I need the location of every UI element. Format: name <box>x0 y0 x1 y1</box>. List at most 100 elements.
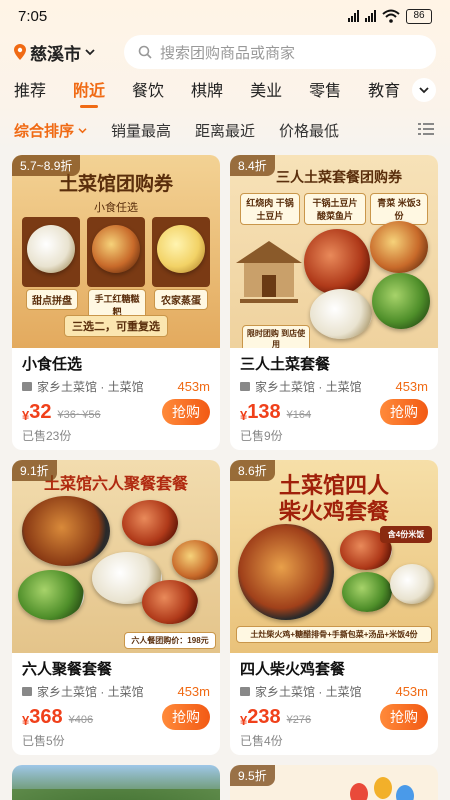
shop-info: 家乡土菜馆 · 土菜馆 <box>240 378 362 395</box>
discount-badge: 8.6折 <box>230 460 275 481</box>
buy-button[interactable]: 抢购 <box>380 399 428 425</box>
dessert-plate <box>27 225 75 273</box>
deal-card[interactable]: 8.4折 三人土菜套餐团购券 红烧肉 干锅土豆片 干锅土豆片 酸菜鱼片 青菜 米… <box>230 155 438 450</box>
shop-name: 家乡土菜馆 · 土菜馆 <box>37 685 144 699</box>
deal-price: 368 <box>29 705 63 728</box>
buy-button[interactable]: 抢购 <box>380 704 428 730</box>
search-input[interactable]: 搜索团购商品或商家 <box>124 35 436 69</box>
image-label: 甜点拼盘 <box>26 289 78 310</box>
restaurant-illustration-icon <box>236 241 302 303</box>
search-icon <box>138 45 152 59</box>
original-price: ¥406 <box>68 714 94 726</box>
tab-nearby[interactable]: 附近 <box>73 80 105 104</box>
pork-plate <box>122 500 178 546</box>
shop-name: 家乡土菜馆 · 土菜馆 <box>255 685 362 699</box>
location-pin-icon <box>14 44 26 60</box>
deal-title: 三人土菜套餐 <box>240 356 331 373</box>
deal-title: 六人聚餐套餐 <box>22 661 113 678</box>
distance: 453m <box>177 379 210 394</box>
deal-card[interactable]: 5.7~8.9折 土菜馆团购券 小食任选 甜点拼盘 手工红糖糍粑 农家蒸蛋 三选… <box>12 155 220 450</box>
discount-badge: 8.4折 <box>230 155 275 176</box>
battery-icon: 86 <box>406 8 432 24</box>
city-selector[interactable]: 慈溪市 <box>14 40 124 65</box>
cabbage-plate <box>342 572 392 612</box>
store-icon <box>22 382 32 391</box>
sort-comprehensive-label: 综合排序 <box>14 122 75 140</box>
balloon-icon <box>350 783 368 800</box>
shop-row: 家乡土菜馆 · 土菜馆 453m <box>22 378 210 395</box>
sold-count: 已售5份 <box>22 734 65 748</box>
sort-bar: 综合排序 销量最高 距离最近 价格最低 <box>0 118 450 142</box>
sort-price[interactable]: 价格最低 <box>279 120 339 141</box>
store-icon <box>22 687 32 696</box>
discount-badge: 5.7~8.9折 <box>12 155 81 176</box>
buy-button[interactable]: 抢购 <box>162 704 210 730</box>
image-subtitle: 小食任选 <box>94 202 138 214</box>
signal-icon <box>348 10 359 22</box>
chevron-down-icon <box>78 127 87 133</box>
shop-row: 家乡土菜馆 · 土菜馆 453m <box>240 683 428 700</box>
deal-card[interactable] <box>12 765 220 800</box>
price-row: ¥ 368 ¥406 抢购 <box>22 704 210 730</box>
balloon-icon <box>396 785 414 800</box>
sort-sales[interactable]: 销量最高 <box>111 120 171 141</box>
sold-count: 已售4份 <box>240 734 283 748</box>
status-icons: 86 <box>348 8 432 24</box>
ciba-plate <box>92 225 140 273</box>
deal-info: 三人土菜套餐 家乡土菜馆 · 土菜馆 453m ¥ 138 ¥164 抢购 已售… <box>230 348 438 444</box>
signal-icon-2 <box>365 10 376 22</box>
currency-symbol: ¥ <box>240 712 248 728</box>
deal-price: 138 <box>247 400 281 423</box>
shop-info: 家乡土菜馆 · 土菜馆 <box>240 683 362 700</box>
deal-card[interactable]: 9.1折 土菜馆六人聚餐套餐 六人餐团购价：198元 六人聚餐套餐 家乡土菜馆 … <box>12 460 220 755</box>
currency-symbol: ¥ <box>22 712 30 728</box>
price-row: ¥ 138 ¥164 抢购 <box>240 399 428 425</box>
vegetable-plate <box>372 273 430 329</box>
potato-plate <box>370 221 428 273</box>
price-row: ¥ 238 ¥276 抢购 <box>240 704 428 730</box>
tab-food[interactable]: 餐饮 <box>132 80 164 104</box>
shop-row: 家乡土菜馆 · 土菜馆 453m <box>22 683 210 700</box>
deal-card[interactable]: 8.6折 土菜馆四人 柴火鸡套餐 含4份米饭 土灶柴火鸡+糖醋排骨+手撕包菜+汤… <box>230 460 438 755</box>
buy-button[interactable]: 抢购 <box>162 399 210 425</box>
soup-bowl <box>142 580 198 624</box>
tab-chess-cards[interactable]: 棋牌 <box>191 80 223 104</box>
list-view-icon[interactable] <box>418 122 434 136</box>
tab-education[interactable]: 教育 <box>368 80 400 104</box>
chevron-down-icon <box>419 87 429 94</box>
original-price: ¥36~¥56 <box>57 409 101 421</box>
fish-plate <box>310 289 372 339</box>
image-note: 土灶柴火鸡+糖醋排骨+手撕包菜+汤品+米饭4份 <box>236 626 432 643</box>
wok-dish <box>22 496 110 566</box>
store-icon <box>240 687 250 696</box>
tab-recommend[interactable]: 推荐 <box>14 80 46 104</box>
deal-price: 32 <box>29 400 52 423</box>
soup-bowl <box>390 564 434 604</box>
price-row: ¥ 32 ¥36~¥56 抢购 <box>22 399 210 425</box>
greens-plate <box>18 570 84 620</box>
original-price: ¥164 <box>286 409 312 421</box>
more-categories-button[interactable] <box>412 78 436 102</box>
deal-info: 小食任选 家乡土菜馆 · 土菜馆 453m ¥ 32 ¥36~¥56 抢购 已售… <box>12 348 220 444</box>
deal-card[interactable]: 9.5折 <box>230 765 438 800</box>
deal-info: 六人聚餐套餐 家乡土菜馆 · 土菜馆 453m ¥ 368 ¥406 抢购 已售… <box>12 653 220 749</box>
image-note: 限时团购 到店使用 <box>242 325 310 348</box>
image-label: 红烧肉 干锅土豆片 <box>240 193 300 225</box>
deal-image: 8.4折 三人土菜套餐团购券 红烧肉 干锅土豆片 干锅土豆片 酸菜鱼片 青菜 米… <box>230 155 438 348</box>
deal-image: 5.7~8.9折 土菜馆团购券 小食任选 甜点拼盘 手工红糖糍粑 农家蒸蛋 三选… <box>12 155 220 348</box>
image-label: 含4份米饭 <box>380 526 432 543</box>
shop-info: 家乡土菜馆 · 土菜馆 <box>22 378 144 395</box>
shop-name: 家乡土菜馆 · 土菜馆 <box>255 380 362 394</box>
currency-symbol: ¥ <box>240 407 248 423</box>
shop-info: 家乡土菜馆 · 土菜馆 <box>22 683 144 700</box>
deal-price: 238 <box>247 705 281 728</box>
balloon-icon <box>374 777 392 799</box>
sort-distance[interactable]: 距离最近 <box>195 120 255 141</box>
store-icon <box>240 382 250 391</box>
tab-retail[interactable]: 零售 <box>309 80 341 104</box>
discount-badge: 9.1折 <box>12 460 57 481</box>
tab-beauty[interactable]: 美业 <box>250 80 282 104</box>
shop-row: 家乡土菜馆 · 土菜馆 453m <box>240 378 428 395</box>
original-price: ¥276 <box>286 714 312 726</box>
sort-comprehensive[interactable]: 综合排序 <box>14 120 87 141</box>
